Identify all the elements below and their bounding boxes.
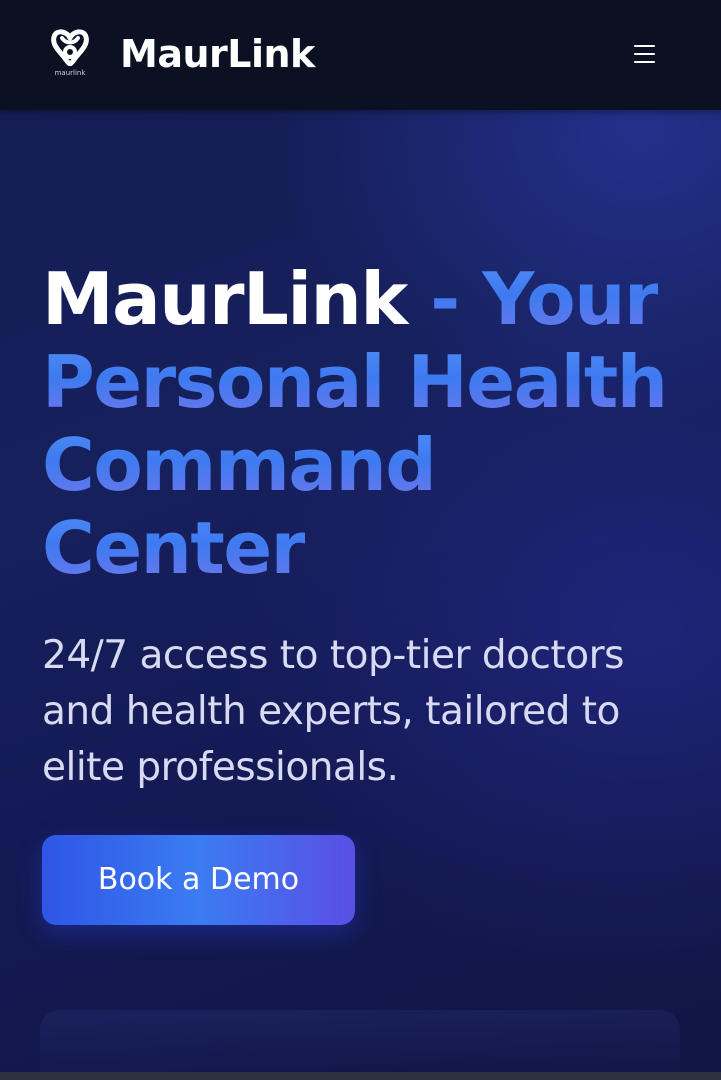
next-section-card-edge [40,1010,680,1080]
heart-logo-icon [51,29,89,66]
hero-subtitle: 24/7 access to top-tier doctors and heal… [42,633,624,790]
hero-title: MaurLink - Your Personal Health Command … [42,258,702,590]
top-nav-bar: maurlink MaurLink [0,0,721,110]
bottom-edge-bar [0,1072,721,1080]
hero-title-brand: MaurLink [42,257,408,341]
logo-icon[interactable]: maurlink [50,26,90,78]
hero-section: MaurLink - Your Personal Health Command … [0,110,721,1080]
brand-name[interactable]: MaurLink [120,30,315,78]
logo-caption: maurlink [54,69,86,77]
book-demo-button[interactable]: Book a Demo [42,835,355,925]
hamburger-menu-icon[interactable] [624,36,664,72]
menu-line [634,61,655,63]
menu-line [634,45,655,47]
menu-line [634,53,655,55]
